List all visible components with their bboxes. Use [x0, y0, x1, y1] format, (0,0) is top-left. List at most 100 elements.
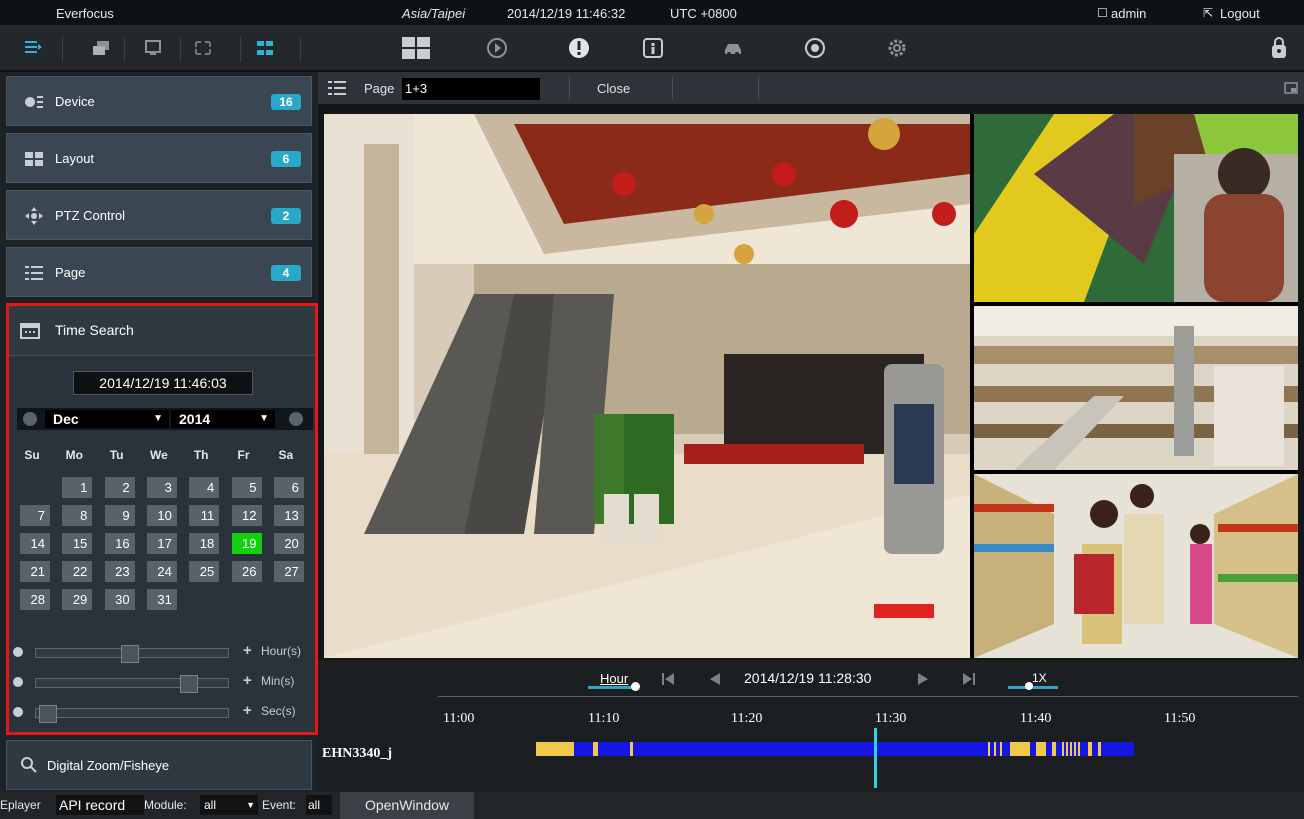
- tick-label: 11:20: [731, 711, 763, 726]
- bottom-bar: Eplayer API record Module: all ▼ Event: a…: [0, 792, 1304, 819]
- calendar-day[interactable]: 31: [145, 588, 178, 611]
- calendar-day[interactable]: 19: [230, 532, 263, 555]
- video-grid: [324, 114, 1298, 658]
- zoom-level-label[interactable]: Hour: [600, 671, 628, 686]
- calendar-day[interactable]: 9: [103, 504, 136, 527]
- camera-view-main[interactable]: [324, 114, 970, 658]
- sidebar-item-page[interactable]: Page 4: [6, 247, 312, 297]
- lock-icon[interactable]: [1266, 35, 1292, 61]
- brand-label: Everfocus: [56, 6, 114, 21]
- alarm-icon[interactable]: [566, 35, 592, 61]
- calendar-day[interactable]: 5: [230, 476, 263, 499]
- live-view-grid-icon[interactable]: [400, 35, 432, 61]
- event-select[interactable]: all: [306, 795, 332, 815]
- monitor-icon[interactable]: [140, 35, 166, 61]
- calendar-day[interactable]: 29: [61, 588, 94, 611]
- skip-end-icon[interactable]: [962, 672, 976, 686]
- window-stack-icon[interactable]: [88, 35, 114, 61]
- menu-toggle-icon[interactable]: [20, 35, 46, 61]
- calendar-day[interactable]: 23: [103, 560, 136, 583]
- vehicle-icon[interactable]: [720, 35, 746, 61]
- slider-knob[interactable]: [180, 675, 198, 693]
- face-recognition-icon[interactable]: [802, 35, 828, 61]
- calendar-day[interactable]: 14: [19, 532, 51, 555]
- next-month-icon[interactable]: [289, 412, 303, 426]
- timezone-label: Asia/Taipei: [402, 6, 466, 21]
- calendar-day[interactable]: 10: [145, 504, 178, 527]
- month-select[interactable]: Dec ▼: [45, 410, 169, 428]
- calendar-day[interactable]: 7: [19, 504, 51, 527]
- minute-slider[interactable]: + Min(s): [11, 672, 315, 693]
- playhead-cursor[interactable]: [874, 728, 877, 788]
- fullscreen-icon[interactable]: [190, 35, 216, 61]
- sidebar-item-layout[interactable]: Layout 6: [6, 133, 312, 183]
- plus-icon[interactable]: +: [243, 672, 252, 689]
- search-datetime-field[interactable]: 2014/12/19 11:46:03: [73, 371, 253, 395]
- camera-view-4[interactable]: [974, 474, 1298, 658]
- calendar-day[interactable]: 20: [272, 532, 305, 555]
- module-select[interactable]: all ▼: [200, 795, 258, 815]
- plus-icon[interactable]: +: [243, 642, 252, 659]
- speed-slider-knob[interactable]: [1025, 682, 1033, 690]
- info-icon[interactable]: [640, 35, 666, 61]
- calendar-day[interactable]: 26: [230, 560, 263, 583]
- calendar-day[interactable]: 6: [272, 476, 305, 499]
- plus-icon[interactable]: +: [243, 702, 252, 719]
- calendar-day[interactable]: 17: [145, 532, 178, 555]
- calendar-day[interactable]: 25: [188, 560, 221, 583]
- settings-gear-icon[interactable]: [884, 35, 910, 61]
- calendar-day[interactable]: 11: [188, 504, 221, 527]
- open-window-button[interactable]: OpenWindow: [340, 792, 474, 819]
- calendar-day[interactable]: 15: [61, 532, 94, 555]
- hour-slider[interactable]: + Hour(s): [11, 642, 315, 663]
- camera-view-3[interactable]: [974, 306, 1298, 470]
- sidebar-item-digital-zoom[interactable]: Digital Zoom/Fisheye: [6, 740, 312, 790]
- weekday-label: Fr: [237, 448, 250, 462]
- calendar-day[interactable]: 16: [103, 532, 136, 555]
- calendar-day[interactable]: 28: [19, 588, 51, 611]
- recording-bar[interactable]: [536, 742, 1134, 756]
- popout-icon[interactable]: [1284, 82, 1298, 94]
- calendar-day[interactable]: 22: [61, 560, 94, 583]
- calendar-day[interactable]: 24: [145, 560, 178, 583]
- calendar-day[interactable]: 21: [19, 560, 51, 583]
- split-view-icon[interactable]: [252, 35, 278, 61]
- skip-start-icon[interactable]: [661, 672, 675, 686]
- minus-icon[interactable]: [13, 707, 23, 717]
- utc-offset: UTC +0800: [670, 6, 737, 21]
- close-button[interactable]: Close: [597, 81, 630, 96]
- record-select[interactable]: API record: [56, 795, 144, 815]
- year-select[interactable]: 2014 ▼: [171, 410, 275, 428]
- weekday-label: Th: [193, 448, 209, 462]
- calendar-day[interactable]: 13: [272, 504, 305, 527]
- slider-unit: Sec(s): [261, 704, 296, 718]
- calendar-day[interactable]: 2: [103, 476, 136, 499]
- slider-knob[interactable]: [121, 645, 139, 663]
- play-icon[interactable]: [916, 672, 930, 686]
- username[interactable]: admin: [1111, 6, 1146, 21]
- count-badge: 2: [271, 208, 301, 224]
- camera-view-2[interactable]: [974, 114, 1298, 302]
- calendar-day[interactable]: 8: [61, 504, 94, 527]
- minus-icon[interactable]: [13, 677, 23, 687]
- page-value-field[interactable]: 1+3: [402, 78, 540, 100]
- logout-button[interactable]: Logout: [1220, 6, 1260, 21]
- tick-label: 11:40: [1020, 711, 1052, 726]
- sidebar-item-device[interactable]: Device 16: [6, 76, 312, 126]
- second-slider[interactable]: + Sec(s): [11, 702, 315, 723]
- step-back-icon[interactable]: [708, 672, 722, 686]
- zoom-slider-knob[interactable]: [631, 682, 640, 691]
- playback-icon[interactable]: [484, 35, 510, 61]
- calendar-day[interactable]: 12: [230, 504, 263, 527]
- time-search-header[interactable]: Time Search: [9, 306, 315, 356]
- calendar-day[interactable]: 27: [272, 560, 305, 583]
- minus-icon[interactable]: [13, 647, 23, 657]
- calendar-day[interactable]: 4: [188, 476, 221, 499]
- prev-month-icon[interactable]: [23, 412, 37, 426]
- calendar-day[interactable]: 1: [61, 476, 94, 499]
- calendar-day[interactable]: 18: [188, 532, 221, 555]
- calendar-day[interactable]: 30: [103, 588, 136, 611]
- slider-knob[interactable]: [39, 705, 57, 723]
- calendar-day[interactable]: 3: [145, 476, 178, 499]
- sidebar-item-ptz-control[interactable]: PTZ Control 2: [6, 190, 312, 240]
